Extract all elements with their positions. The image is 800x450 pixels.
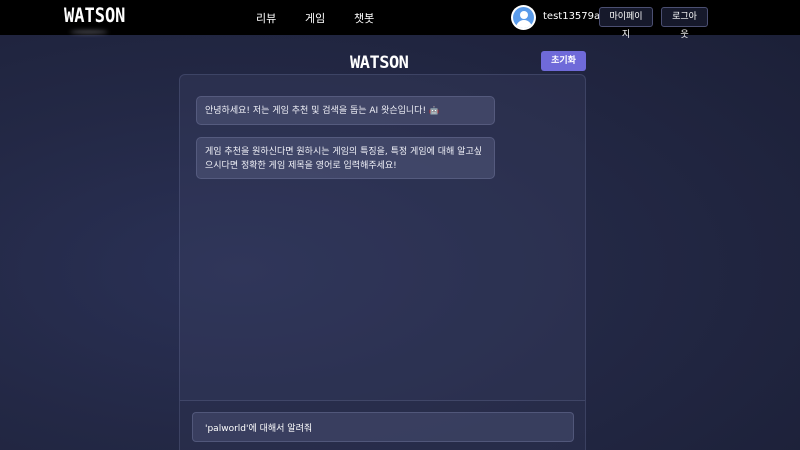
bot-message-text: 안녕하세요! 저는 게임 추천 및 검색을 돕는 AI 왓슨입니다! xyxy=(205,106,427,116)
nav-link-review[interactable]: 리뷰 xyxy=(256,10,276,26)
robot-icon: 🤖 xyxy=(428,106,439,115)
user-avatar-icon[interactable] xyxy=(511,5,536,30)
chat-message-panel[interactable]: 안녕하세요! 저는 게임 추천 및 검색을 돕는 AI 왓슨입니다! 🤖 게임 … xyxy=(179,74,586,400)
chat-input[interactable] xyxy=(192,412,574,442)
bot-message-text: 게임 추천을 원하신다면 원하시는 게임의 특징을, 특정 게임에 대해 알고싶… xyxy=(205,147,483,171)
chat-input-area xyxy=(179,400,586,450)
bot-message: 게임 추천을 원하신다면 원하시는 게임의 특징을, 특정 게임에 대해 알고싶… xyxy=(196,137,495,179)
chat-title: WATSON xyxy=(350,53,409,73)
reset-button[interactable]: 초기화 xyxy=(541,51,586,71)
nav-link-chatbot[interactable]: 챗봇 xyxy=(354,10,374,26)
username: test13579a xyxy=(543,11,601,22)
top-navbar: WATSON 리뷰 게임 챗봇 test13579a 마이페이지 로그아웃 xyxy=(0,0,800,40)
nav-link-game[interactable]: 게임 xyxy=(305,10,325,26)
logout-button[interactable]: 로그아웃 xyxy=(661,7,708,40)
bot-message: 안녕하세요! 저는 게임 추천 및 검색을 돕는 AI 왓슨입니다! 🤖 xyxy=(196,96,495,125)
mypage-button[interactable]: 마이페이지 xyxy=(599,7,653,40)
